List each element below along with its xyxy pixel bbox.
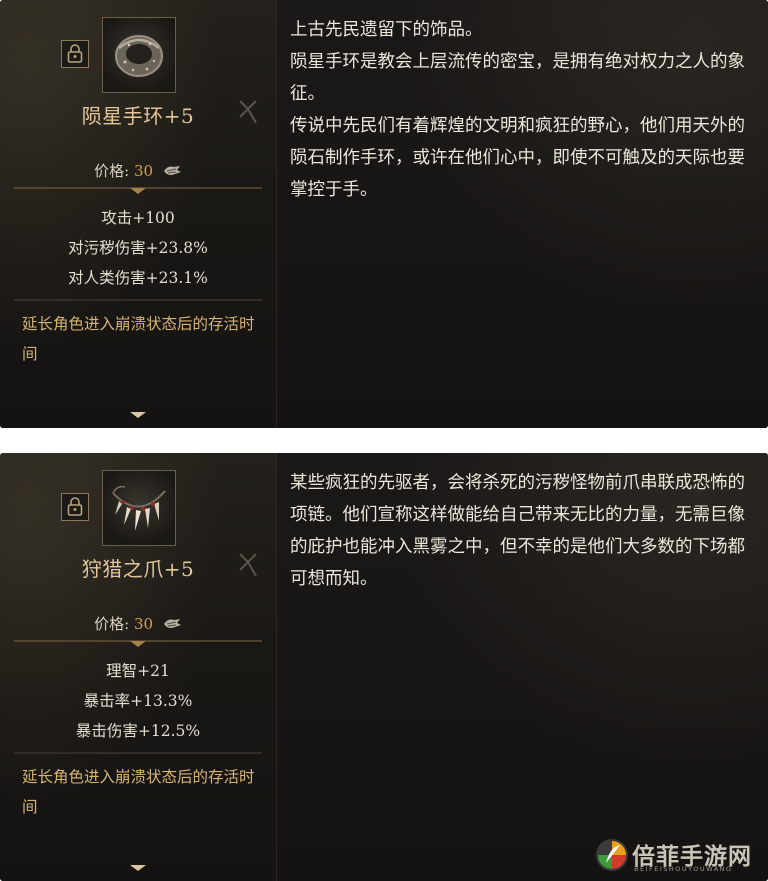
price-label: 价格: [94,615,130,633]
ornament-icon [239,100,257,124]
stat-line: 暴击率+13.3% [83,692,193,710]
item-portrait [102,17,176,93]
site-watermark: 倍菲手游网 BEIFEISHOUYOUWANG [590,833,766,879]
item-name: 陨星手环+5 [81,104,195,128]
section-divider [14,752,262,754]
lock-icon [67,497,83,516]
price-label: 价格: [94,162,130,180]
item-stats-panel: 陨星手环+5 价格: 30 攻击+100 对污秽伤害+23.8% 对人类伤害+2… [0,0,277,428]
price-row: 价格: 30 [0,160,276,181]
stats-list: 攻击+100 对污秽伤害+23.8% 对人类伤害+23.1% [0,203,276,293]
item-name: 狩猎之爪+5 [81,557,195,581]
price-value: 30 [133,615,154,633]
currency-icon [163,166,181,175]
effect-text: 延长角色进入崩溃状态后的存活时间 [22,768,255,816]
description-paragraph: 上古先民遗留下的饰品。 [290,20,483,40]
lock-button[interactable] [61,493,89,521]
price-value: 30 [133,162,154,180]
stat-line: 暴击伤害+12.5% [75,722,201,740]
effect-text: 延长角色进入崩溃状态后的存活时间 [22,315,255,363]
description-paragraph: 陨星手环是教会上层流传的密宝，是拥有绝对权力之人的象征。 [290,52,745,104]
ornament-icon [239,553,257,577]
section-divider [14,640,262,647]
price-row: 价格: 30 [0,613,276,634]
meteor-bracelet-icon [115,35,163,77]
stat-line: 对污秽伤害+23.8% [68,239,208,257]
item-card-hunting-claw: 狩猎之爪+5 价格: 30 理智+21 暴击率+13.3% 暴击伤害+12.5%… [0,453,768,881]
scroll-down-icon[interactable] [128,864,148,872]
description-paragraph: 某些疯狂的先驱者，会将杀死的污秽怪物前爪串联成恐怖的项链。他们宣称这样做能给自己… [290,473,745,589]
stat-line: 理智+21 [106,662,170,680]
item-card-meteor-bracelet: 陨星手环+5 价格: 30 攻击+100 对污秽伤害+23.8% 对人类伤害+2… [0,0,768,428]
stat-line: 对人类伤害+23.1% [68,269,208,287]
description-paragraph: 传说中先民们有着辉煌的文明和疯狂的野心，他们用天外的陨石制作手环，或许在他们心中… [290,116,745,200]
stats-list: 理智+21 暴击率+13.3% 暴击伤害+12.5% [0,656,276,746]
item-portrait [102,470,176,546]
item-description: 某些疯狂的先驱者，会将杀死的污秽怪物前爪串联成恐怖的项链。他们宣称这样做能给自己… [290,467,756,595]
watermark-subtext: BEIFEISHOUYOUWANG [634,865,733,873]
scroll-down-icon[interactable] [128,411,148,419]
lock-icon [67,44,83,63]
item-description: 上古先民遗留下的饰品。 陨星手环是教会上层流传的密宝，是拥有绝对权力之人的象征。… [290,14,756,206]
currency-icon [163,619,181,628]
site-logo-icon [596,839,628,871]
stat-line: 攻击+100 [101,209,175,227]
section-divider [14,299,262,301]
section-divider [14,187,262,194]
item-stats-panel: 狩猎之爪+5 价格: 30 理智+21 暴击率+13.3% 暴击伤害+12.5%… [0,453,277,881]
claw-necklace-icon [112,485,166,531]
lock-button[interactable] [61,40,89,68]
